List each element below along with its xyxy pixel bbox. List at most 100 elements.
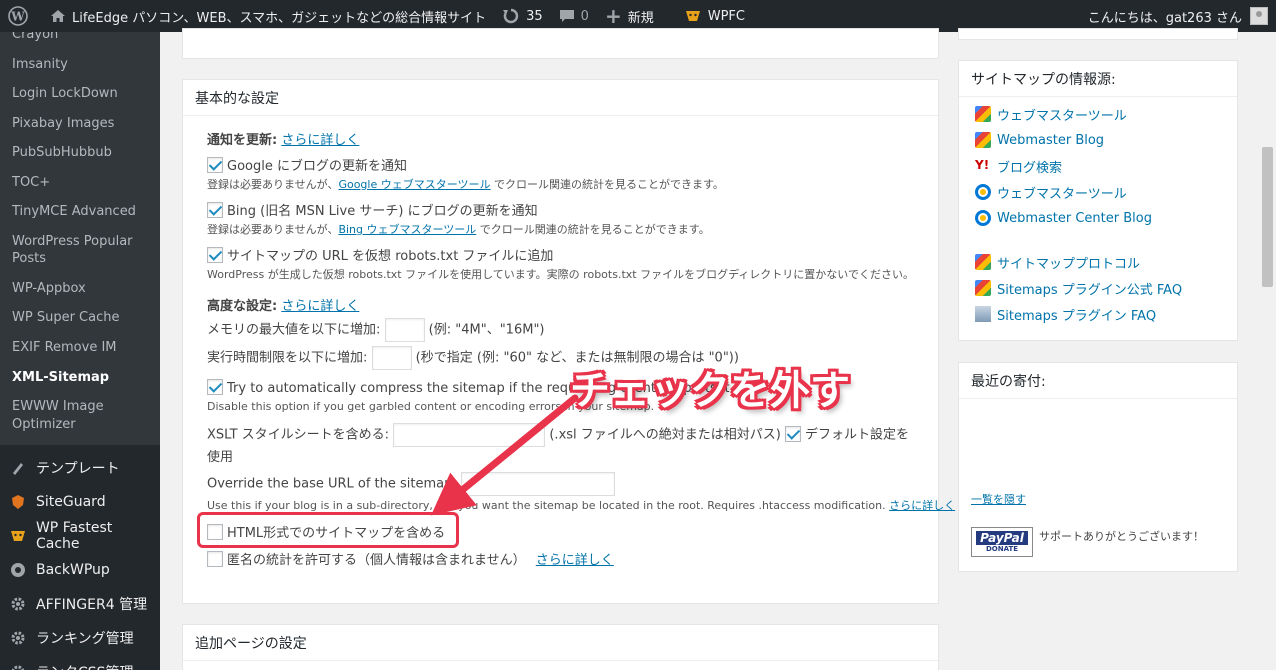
google-notify-row: Google にブログの更新を通知 — [207, 155, 407, 174]
xslt-default-checkbox[interactable] — [785, 425, 801, 442]
bing-notify-label: Bing (旧名 MSN Live サーチ) にブログの更新を通知 — [227, 204, 538, 219]
sitemap-sources-title: サイトマップの情報源: — [959, 61, 1237, 97]
submenu-item[interactable]: TOC+ — [0, 168, 160, 198]
submenu-item[interactable]: Pixabay Images — [0, 109, 160, 139]
sitemap-source-link[interactable]: サイトマッププロトコル — [975, 249, 1237, 275]
anon-stats-checkbox[interactable] — [207, 551, 223, 567]
hide-list-link[interactable]: 一覧を隠す — [971, 493, 1026, 506]
siteguard-icon — [8, 492, 28, 512]
bing-desc-post: でクロール関連の統計を見ることができます。 — [476, 223, 710, 236]
bing-icon — [975, 184, 991, 200]
comments-count: 0 — [580, 8, 589, 24]
sitemap-source-link[interactable]: ウェブマスターツール — [975, 179, 1237, 205]
admin-menu: テンプレート SiteGuard WP Fastest Cache BackWPup A… — [0, 445, 160, 670]
bing-desc-pre: 登録は必要ありませんが、 — [207, 223, 339, 236]
svg-text:W: W — [10, 10, 25, 24]
bing-notify-row: Bing (旧名 MSN Live サーチ) にブログの更新を通知 — [207, 200, 538, 219]
sitemap-source-label: Webmaster Center Blog — [997, 210, 1152, 226]
wordpress-logo-button[interactable]: W — [0, 0, 42, 32]
menu-item[interactable]: SiteGuard — [0, 485, 160, 519]
submenu-item[interactable]: EWWW Image Optimizer — [0, 392, 160, 439]
baseurl-input[interactable] — [460, 472, 615, 496]
submenu-item[interactable]: WP Super Cache — [0, 303, 160, 333]
robots-checkbox[interactable] — [207, 247, 223, 263]
menu-item[interactable]: AFFINGER4 管理 — [0, 587, 160, 621]
sitemap-source-link[interactable]: Sitemaps プラグイン公式 FAQ — [975, 275, 1237, 301]
google-webmaster-link[interactable]: Google ウェブマスターツール — [338, 178, 490, 191]
plus-icon: + — [604, 4, 622, 28]
submenu-item[interactable]: TinyMCE Advanced — [0, 197, 160, 227]
annotation-note: チェックを外す — [570, 368, 850, 414]
donation-thanks: サポートありがとうございます！ — [1039, 530, 1204, 543]
submenu-item[interactable]: Crayon — [0, 32, 160, 50]
submenu-item[interactable]: Login LockDown — [0, 79, 160, 109]
submenu-item[interactable]: WordPress Popular Posts — [0, 227, 160, 274]
google-desc-post: でクロール関連の統計を見ることができます。 — [490, 178, 724, 191]
menu-item[interactable]: BackWPup — [0, 553, 160, 587]
google-icon — [975, 280, 991, 296]
submenu-item[interactable]: EXIF Remove IM — [0, 333, 160, 363]
greeting: こんにちは、gat263 さん — [1087, 10, 1242, 26]
site-name: LifeEdge パソコン、WEB、スマホ、ガジェットなどの総合情報サイト — [72, 10, 487, 26]
memory-input[interactable] — [384, 318, 425, 342]
submenu-item[interactable]: PubSubHubbub — [0, 138, 160, 168]
sitemap-sources-postbox: サイトマップの情報源: ウェブマスターツール Webmaster Blog Y! ブロ… — [958, 60, 1238, 341]
xslt-input[interactable] — [393, 423, 546, 447]
submenu-item[interactable]: Imsanity — [0, 50, 160, 80]
robots-label: サイトマップの URL を仮想 robots.txt ファイルに追加 — [227, 249, 554, 264]
sitemap-source-label: ウェブマスターツール — [997, 186, 1127, 202]
menu-item-label: SiteGuard — [36, 494, 106, 511]
donations-title: 最近の寄付: — [959, 363, 1237, 399]
bing-notify-checkbox[interactable] — [207, 202, 223, 218]
paypal-row: PayPal DONATE サポートありがとうございます！ — [971, 527, 1204, 557]
memory-hint: (例: "4M"、"16M") — [428, 322, 545, 338]
sitemap-source-label: Sitemaps プラグイン FAQ — [997, 308, 1157, 324]
menu-item-label: WP Fastest Cache — [35, 520, 113, 553]
page-scrollbar[interactable] — [1259, 32, 1276, 670]
baseurl-more-link[interactable]: さらに詳しく — [889, 499, 955, 512]
google-notify-checkbox[interactable] — [207, 157, 223, 173]
xslt-row: XSLT スタイルシートを含める: (.xsl ファイルへの絶対または相対パス)… — [207, 423, 917, 469]
menu-item[interactable]: WP Fastest Cache — [0, 519, 160, 553]
anon-more-link[interactable]: さらに詳しく — [536, 553, 614, 568]
settings-submenu: Crayon Imsanity Login LockDown Pixabay Imag… — [0, 32, 160, 446]
notify-more-link[interactable]: さらに詳しく — [281, 133, 359, 148]
menu-item-label: テンプレート — [36, 461, 120, 478]
google-desc-pre: 登録は必要ありませんが、 — [207, 178, 339, 191]
paypal-logo-text: PayPal — [976, 531, 1028, 545]
advanced-more-link[interactable]: さらに詳しく — [281, 299, 359, 314]
google-icon — [975, 106, 991, 122]
sitemap-source-link[interactable]: Webmaster Blog — [975, 127, 1237, 153]
sitemap-source-link[interactable]: ウェブマスターツール — [975, 101, 1237, 127]
sitemap-source-link[interactable]: Y! ブログ検索 — [975, 153, 1237, 179]
menu-item[interactable]: ランクCSS管理 — [0, 655, 160, 670]
baseurl-row: Override the base URL of the sitemap: — [207, 472, 615, 496]
menu-item-label: BackWPup — [36, 562, 110, 579]
home-icon — [50, 8, 66, 24]
cheetah-icon — [8, 526, 28, 546]
menu-item[interactable]: テンプレート — [0, 451, 160, 485]
wordpress-logo-icon: W — [8, 6, 28, 26]
scrollbar-thumb[interactable] — [1262, 147, 1273, 287]
anon-stats-row: 匿名の統計を許可する（個人情報は含まれません） さらに詳しく — [207, 549, 614, 568]
time-limit-input[interactable] — [371, 346, 412, 370]
additional-pages-postbox: 追加ページの設定 — [182, 624, 939, 670]
paypal-donate-button[interactable]: PayPal DONATE — [971, 527, 1033, 557]
advanced-heading: 高度な設定: — [207, 299, 278, 314]
compress-checkbox[interactable] — [207, 379, 223, 395]
baseurl-desc-text: Use this if your blog is in a sub-direct… — [207, 499, 886, 512]
bing-webmaster-link[interactable]: Bing ウェブマスターツール — [338, 223, 476, 236]
robots-desc: WordPress が生成した仮想 robots.txt ファイルを使用していま… — [207, 268, 914, 281]
sitemap-source-label: サイトマッププロトコル — [997, 256, 1141, 272]
sitemap-icon — [975, 306, 991, 322]
sitemap-source-link[interactable]: Webmaster Center Blog — [975, 205, 1237, 231]
submenu-item[interactable]: XML-Sitemap — [0, 363, 160, 393]
menu-item[interactable]: ランキング管理 — [0, 621, 160, 655]
sitemap-source-label: Sitemaps プラグイン公式 FAQ — [997, 282, 1183, 298]
time-label: 実行時間制限を以下に増加: — [207, 350, 368, 366]
comment-icon — [559, 8, 575, 24]
sitemap-source-link[interactable]: Sitemaps プラグイン FAQ — [975, 301, 1237, 327]
hide-list-link-wrap: 一覧を隠す — [971, 491, 1026, 507]
submenu-item[interactable]: WP-Appbox — [0, 274, 160, 304]
gear-icon — [8, 594, 28, 614]
